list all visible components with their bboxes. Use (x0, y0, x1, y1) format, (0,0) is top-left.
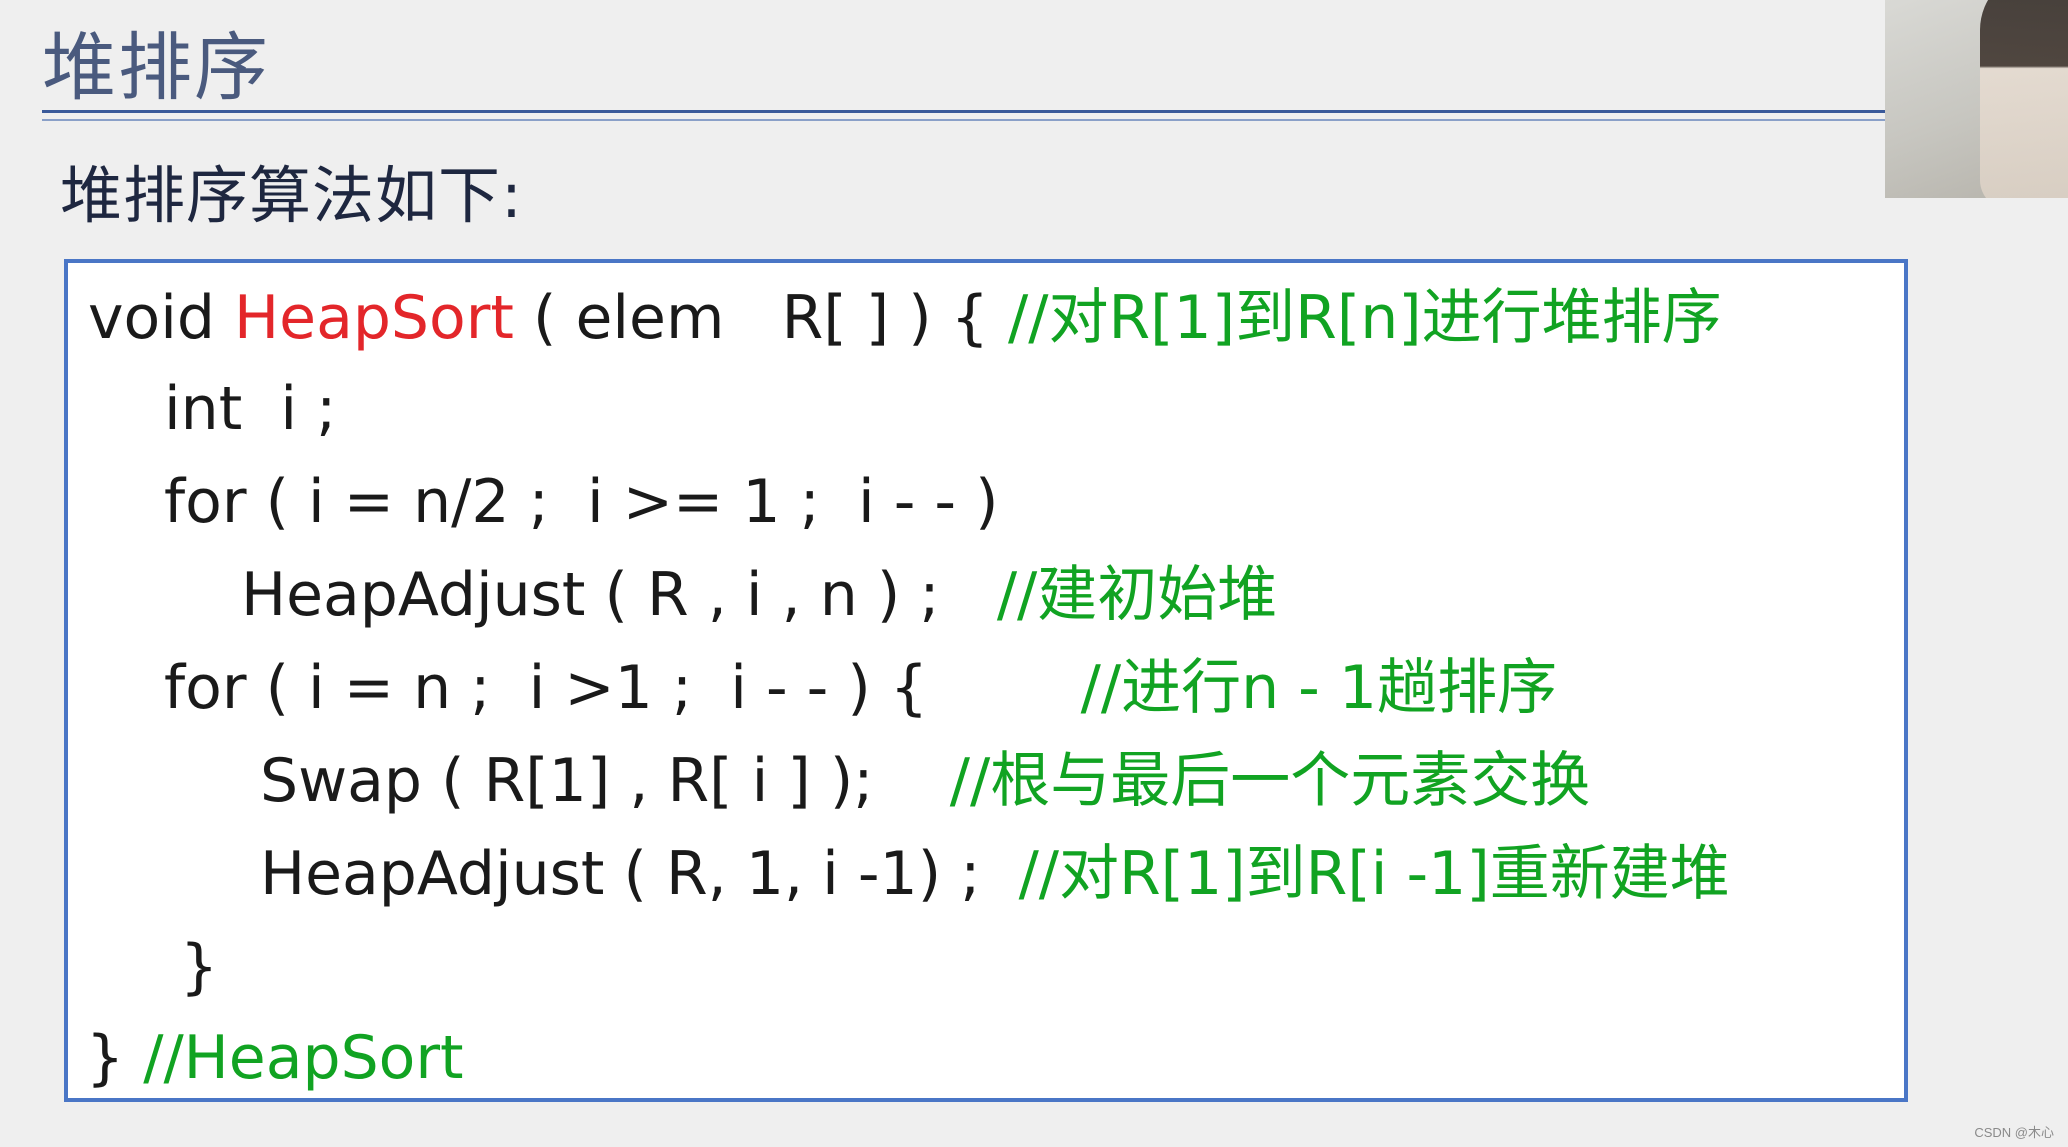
slide-subtitle: 堆排序算法如下: (60, 159, 523, 232)
code-line-8: } (180, 932, 219, 1002)
slide-title: 堆排序 (42, 25, 270, 111)
code-line-9: } //HeapSort (86, 1014, 464, 1102)
code-comment: //对R[1]到R[i -1]重新建堆 (1018, 839, 1730, 909)
code-text: Swap ( R[1] , R[ i ] ); (260, 746, 950, 816)
code-block: void HeapSort ( elem R[ ] ) { //对R[1]到R[… (64, 259, 1908, 1102)
title-divider (42, 110, 1885, 113)
code-line-5: for ( i = n ; i >1 ; i - - ) { //进行n - 1… (164, 644, 1557, 732)
title-divider-secondary (42, 119, 1885, 121)
code-comment: //对R[1]到R[n]进行堆排序 (1008, 283, 1722, 353)
code-line-3: for ( i = n/2 ; i >= 1 ; i - - ) (164, 467, 999, 537)
code-comment: //HeapSort (143, 1023, 464, 1093)
presenter-image (1980, 0, 2068, 198)
code-text: ( elem R[ ] ) { (513, 283, 1009, 353)
code-comment: //根与最后一个元素交换 (949, 746, 1591, 816)
code-line-6: Swap ( R[1] , R[ i ] ); //根与最后一个元素交换 (260, 737, 1590, 825)
code-text: HeapAdjust ( R, 1, i -1) ; (260, 839, 1019, 909)
webcam-overlay (1885, 0, 2068, 198)
code-line-7: HeapAdjust ( R, 1, i -1) ; //对R[1]到R[i -… (260, 830, 1730, 918)
code-comment: //建初始堆 (996, 560, 1278, 630)
code-line-2: int i ; (164, 374, 337, 444)
code-comment: //进行n - 1趟排序 (1080, 653, 1558, 723)
code-text: } (86, 1023, 144, 1093)
code-text: for ( i = n ; i >1 ; i - - ) { (164, 653, 1081, 723)
code-keyword: void (88, 283, 235, 353)
code-text: HeapAdjust ( R , i , n ) ; (241, 560, 997, 630)
watermark: CSDN @木心 (1974, 1125, 2054, 1140)
code-line-1: void HeapSort ( elem R[ ] ) { //对R[1]到R[… (88, 274, 1722, 362)
code-line-4: HeapAdjust ( R , i , n ) ; //建初始堆 (241, 551, 1277, 639)
function-name: HeapSort (234, 283, 514, 353)
